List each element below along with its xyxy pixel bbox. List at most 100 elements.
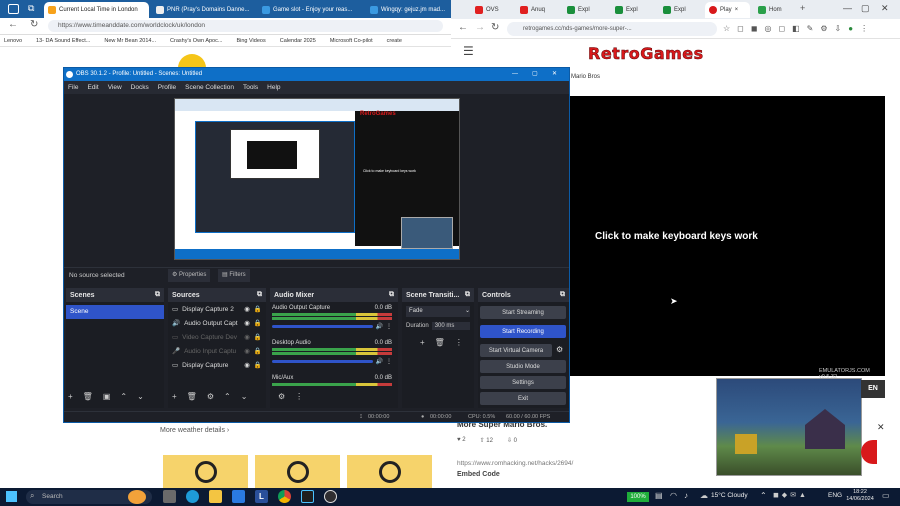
vscode-icon[interactable] [301,490,314,503]
virtual-camera-settings-icon[interactable]: ⚙ [556,345,563,354]
volume-slider[interactable] [272,360,373,363]
lock-icon[interactable]: 🔒 [254,305,262,313]
tab-pnr[interactable]: PNR (Pray's Domains Danne... [152,2,254,18]
move-up-icon[interactable]: ⌃ [224,392,231,401]
remove-scene-icon[interactable]: 🗑 [83,392,93,401]
extension-icon[interactable]: ◧ [792,24,800,33]
properties-button[interactable]: ⚙ Properties [168,269,211,282]
visibility-icon[interactable]: ◉ [244,347,250,355]
bookmark-mr-bean[interactable]: New Mr Bean 2014... [104,38,156,44]
visibility-icon[interactable]: ◉ [244,305,250,313]
obs-preview[interactable]: RetroGames Click to make keyboard keys w… [174,98,460,260]
maximize-icon[interactable]: ▢ [861,3,870,14]
menu-dots-icon[interactable]: ⋮ [386,323,392,330]
file-explorer-icon[interactable] [209,490,222,503]
download-icon[interactable]: ⇩ [835,24,842,33]
lock-icon[interactable]: 🔒 [254,347,262,355]
address-bar[interactable]: retrogames.cc/nds-games/more-super-... [507,22,717,36]
webcam-thumbnail[interactable] [716,378,862,476]
lock-icon[interactable]: 🔒 [254,333,262,341]
menu-docks[interactable]: Docks [131,84,149,91]
visibility-icon[interactable]: ◉ [244,361,250,369]
move-down-icon[interactable]: ⌄ [241,392,248,401]
bookmark-star-icon[interactable]: ☆ [723,24,730,33]
scene-item[interactable]: Scene [66,305,164,319]
tab-expl-1[interactable]: Expl [563,2,605,18]
menu-dots-icon[interactable]: ⋮ [295,392,303,401]
source-item[interactable]: ▭ Video Capture Dev ◉ 🔒 [168,330,266,344]
extension-icons[interactable]: ☆ ◻ ◼ ◎ ◻ ◧ ✎ ⚙ ⇩ ● ⋮ [723,24,868,33]
obs-maximize-icon[interactable]: ▢ [532,68,538,81]
extension-icon[interactable]: ◎ [764,24,771,33]
battery-indicator[interactable]: 100% [627,492,649,502]
bookmark-lenovo[interactable]: Lenovo [4,38,22,44]
back-icon[interactable]: ← [8,19,18,30]
extension-icon[interactable]: ◼ [751,24,758,33]
bookmark-crashy[interactable]: Crashy's Own Apoc... [170,38,222,44]
menu-help[interactable]: Help [267,84,280,91]
start-recording-button[interactable]: Start Recording [480,325,566,338]
bookmark-sound-effect[interactable]: 13- DA Sound Effect... [36,38,90,44]
tab-hom[interactable]: Hom [754,2,796,18]
bookmark-copilot[interactable]: Microsoft Co-pilot [330,38,373,44]
menu-dots-icon[interactable]: ⋮ [860,24,868,33]
start-virtual-camera-button[interactable]: Start Virtual Camera [480,344,552,357]
profile-avatar[interactable]: ● [848,24,853,33]
upvote-button[interactable]: ⇧ 12 [480,437,493,444]
menu-view[interactable]: View [108,84,122,91]
visibility-icon[interactable]: ◉ [244,319,250,327]
reload-icon[interactable]: ↻ [30,19,38,30]
obs-minimize-icon[interactable]: — [512,68,518,81]
puzzle-icon[interactable]: ⚙ [820,24,827,33]
notification-icon[interactable]: ▭ [882,491,890,500]
remove-source-icon[interactable]: 🗑 [187,392,197,401]
tab-expl-3[interactable]: Expl [659,2,701,18]
speaker-icon[interactable]: 🔊 [376,358,383,365]
tab-expl-2[interactable]: Expl [611,2,653,18]
close-tab-icon[interactable]: × [735,7,739,13]
extension-icon[interactable]: ✎ [807,24,814,33]
settings-button[interactable]: Settings [480,376,566,389]
move-down-icon[interactable]: ⌄ [137,392,144,401]
source-item[interactable]: 🎤 Audio Input Captu ◉ 🔒 [168,344,266,358]
task-view-icon[interactable] [128,490,146,504]
start-streaming-button[interactable]: Start Streaming [480,306,566,319]
windows-start-icon[interactable] [6,491,17,502]
source-item[interactable]: 🔊 Audio Output Capt ◉ 🔒 [168,316,266,330]
remove-transition-icon[interactable]: 🗑 [435,338,445,347]
exit-button[interactable]: Exit [480,392,566,405]
wifi-icon[interactable]: ◠ [670,491,677,500]
obs-close-icon[interactable]: ✕ [552,68,557,81]
menu-dots-icon[interactable]: ⋮ [455,338,463,347]
tab-anuq[interactable]: Anuq [516,2,558,18]
dock-float-icon[interactable]: ⧉ [560,291,565,299]
menu-dots-icon[interactable]: ⋮ [386,358,392,365]
partial-button[interactable]: EN [861,380,885,398]
volume-icon[interactable]: ♪ [684,491,688,500]
menu-edit[interactable]: Edit [87,84,98,91]
mail-icon[interactable] [232,490,245,503]
downvote-button[interactable]: ⇩ 0 [507,437,517,444]
forward-icon[interactable]: → [475,22,485,33]
chrome-icon[interactable] [278,490,291,503]
tab-play[interactable]: Play × [705,2,750,18]
reload-icon[interactable]: ↻ [491,22,499,33]
source-item[interactable]: ▭ Display Capture ◉ 🔒 [168,358,266,372]
add-source-icon[interactable]: + [172,392,177,401]
visibility-icon[interactable]: ◉ [244,333,250,341]
lock-icon[interactable]: 🔒 [254,319,262,327]
close-window-icon[interactable]: ✕ [881,3,889,14]
bookmark-bing-videos[interactable]: Bing Videos [236,38,265,44]
weather-widget[interactable]: 15°C Cloudy [711,492,748,499]
dock-float-icon[interactable]: ⧉ [155,291,160,299]
minimize-icon[interactable]: — [843,3,852,13]
lock-icon[interactable]: 🔒 [254,361,262,369]
speaker-icon[interactable]: 🔊 [376,323,383,330]
language-indicator[interactable]: ENG [828,492,842,499]
filters-button[interactable]: ▤ Filters [218,269,250,282]
new-tab-icon[interactable]: + [800,3,805,13]
source-settings-icon[interactable]: ⚙ [207,392,214,401]
studio-mode-button[interactable]: Studio Mode [480,360,566,373]
edge-icon[interactable] [186,490,199,503]
lenovo-icon[interactable]: L [255,490,268,503]
